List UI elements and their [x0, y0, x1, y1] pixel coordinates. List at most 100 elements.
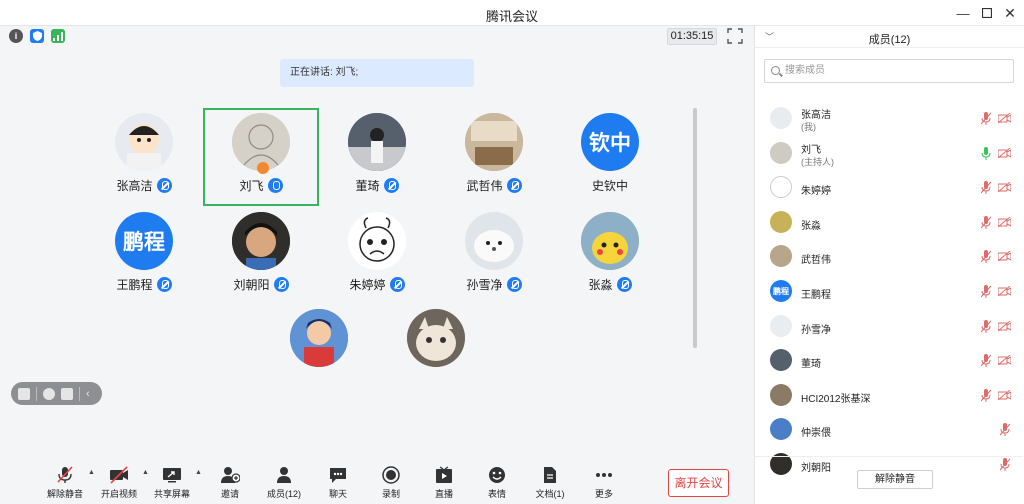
- mic-muted-icon[interactable]: [981, 354, 991, 368]
- participant-tile-active[interactable]: 刘飞: [203, 108, 319, 206]
- member-row[interactable]: 刘飞 (主持人): [755, 137, 1023, 171]
- mic-muted-icon[interactable]: [981, 388, 991, 402]
- participant-tile[interactable]: 钦中 史钦中: [552, 108, 668, 206]
- camera-off-icon[interactable]: [998, 389, 1011, 400]
- participant-tile[interactable]: 张高洁: [86, 108, 202, 206]
- members-button[interactable]: 成员(12): [256, 461, 312, 504]
- mic-on-icon[interactable]: [981, 146, 991, 160]
- mic-muted-icon: [506, 277, 522, 292]
- mic-muted-icon[interactable]: [1000, 423, 1010, 437]
- member-name: 张淼: [801, 220, 821, 232]
- share-screen-button[interactable]: 共享屏幕: [144, 461, 200, 504]
- camera-off-icon[interactable]: [998, 182, 1011, 193]
- chat-button[interactable]: 聊天: [310, 461, 366, 504]
- shield-icon[interactable]: [30, 29, 44, 43]
- more-label: 更多: [594, 489, 613, 499]
- member-row[interactable]: HCI2012张基深: [755, 379, 1023, 413]
- mic-muted-icon: [383, 178, 399, 193]
- camera-off-icon: [109, 466, 129, 484]
- unmute-button[interactable]: 解除静音: [37, 461, 93, 504]
- avatar: 钦中: [581, 113, 639, 171]
- participant-tile[interactable]: [378, 304, 494, 402]
- mic-muted-icon[interactable]: [981, 112, 991, 125]
- mic-muted-icon[interactable]: [1000, 458, 1010, 471]
- meeting-area: i 01:35:15 正在讲话: 刘飞; 张高洁 刘飞 董琦 武哲伟 钦中 史钦…: [0, 26, 754, 504]
- chat-icon: [328, 466, 348, 484]
- emoji-button[interactable]: 表情: [469, 461, 525, 504]
- mic-muted-icon[interactable]: [981, 285, 991, 298]
- unmute-label: 解除静音: [46, 489, 83, 499]
- close-icon[interactable]: ✕: [1001, 4, 1019, 22]
- member-row[interactable]: 董琦: [755, 344, 1023, 378]
- member-row[interactable]: 鹏程 王鹏程: [755, 275, 1023, 309]
- member-row[interactable]: 张淼: [755, 206, 1023, 240]
- more-button[interactable]: 更多: [576, 461, 632, 504]
- member-row[interactable]: 孙雪净: [755, 310, 1023, 344]
- member-search-input[interactable]: 搜索成员: [764, 59, 1014, 83]
- participant-name: 刘飞: [239, 179, 264, 193]
- members-label: 成员(12): [266, 489, 301, 499]
- participant-name: 史钦中: [591, 179, 628, 193]
- member-name: 仲崇偎: [801, 428, 831, 440]
- panel-title: 成员(12): [868, 34, 911, 46]
- camera-off-icon[interactable]: [998, 216, 1011, 227]
- member-row[interactable]: 武哲伟: [755, 240, 1023, 274]
- emoji-view-icon[interactable]: [43, 387, 55, 400]
- emoji-icon: [487, 466, 507, 484]
- participant-tile[interactable]: 刘朝阳: [203, 207, 319, 305]
- mic-muted-icon[interactable]: [981, 319, 991, 333]
- camera-off-icon[interactable]: [998, 355, 1011, 366]
- members-panel: ﹀ 成员(12) 搜索成员 张高洁 (我) 刘飞 (主持人) 朱婷婷 张淼 武哲伟 鹏程 王鹏程…: [754, 26, 1024, 504]
- share-label: 共享屏幕: [153, 489, 190, 499]
- member-avatar: [770, 314, 792, 337]
- maximize-icon[interactable]: [978, 4, 996, 22]
- docs-button[interactable]: 文档(1): [522, 461, 578, 504]
- chat-view-icon[interactable]: [61, 387, 73, 400]
- avatar: [348, 212, 406, 270]
- live-button[interactable]: 直播: [416, 461, 472, 504]
- record-icon: [381, 466, 401, 484]
- participant-tile[interactable]: 孙雪净: [436, 207, 552, 305]
- leave-meeting-button[interactable]: 离开会议: [668, 469, 729, 497]
- camera-off-icon[interactable]: [998, 286, 1011, 296]
- avatar: [465, 113, 523, 171]
- start-video-button[interactable]: 开启视频: [91, 461, 147, 504]
- mic-muted-icon[interactable]: [981, 215, 991, 229]
- unmute-all-button[interactable]: 解除静音: [857, 470, 933, 489]
- camera-off-icon[interactable]: [998, 320, 1011, 331]
- caret-up-icon[interactable]: ▲: [195, 469, 202, 476]
- more-icon: [594, 466, 614, 484]
- info-icon[interactable]: i: [9, 29, 23, 43]
- camera-off-icon[interactable]: [998, 251, 1011, 262]
- minimize-icon[interactable]: —: [954, 4, 972, 22]
- collapse-icon[interactable]: ‹: [86, 388, 98, 400]
- member-row[interactable]: 朱婷婷: [755, 171, 1023, 205]
- search-placeholder: 搜索成员: [785, 65, 825, 76]
- grid-view-icon[interactable]: [18, 387, 30, 400]
- fullscreen-icon[interactable]: [727, 28, 743, 44]
- mic-muted-icon: [616, 277, 632, 292]
- video-label: 开启视频: [100, 489, 137, 499]
- title-bar: 腾讯会议 — ✕: [0, 0, 1024, 26]
- camera-off-icon[interactable]: [998, 147, 1011, 158]
- signal-icon[interactable]: [51, 29, 65, 43]
- member-row[interactable]: 张高洁 (我): [755, 102, 1023, 136]
- participant-tile[interactable]: 董琦: [319, 108, 435, 206]
- camera-off-icon[interactable]: [998, 113, 1011, 123]
- mic-muted-icon: [55, 466, 75, 484]
- participant-tile[interactable]: 武哲伟: [436, 108, 552, 206]
- window-title: 腾讯会议: [485, 9, 538, 24]
- participant-tile[interactable]: 朱婷婷: [319, 207, 435, 305]
- record-button[interactable]: 录制: [363, 461, 419, 504]
- member-row[interactable]: 仲崇偎: [755, 413, 1023, 447]
- invite-button[interactable]: 邀请: [202, 461, 258, 504]
- mic-muted-icon[interactable]: [981, 250, 991, 264]
- participant-tile[interactable]: 鹏程 王鹏程: [86, 207, 202, 305]
- grid-scrollbar[interactable]: [693, 108, 697, 348]
- participant-tile[interactable]: 张淼: [552, 207, 668, 305]
- avatar: [581, 212, 639, 270]
- participant-tile[interactable]: [261, 304, 377, 402]
- mic-muted-icon: [389, 277, 405, 292]
- mic-muted-icon[interactable]: [981, 181, 991, 195]
- participant-name: 朱婷婷: [349, 278, 386, 292]
